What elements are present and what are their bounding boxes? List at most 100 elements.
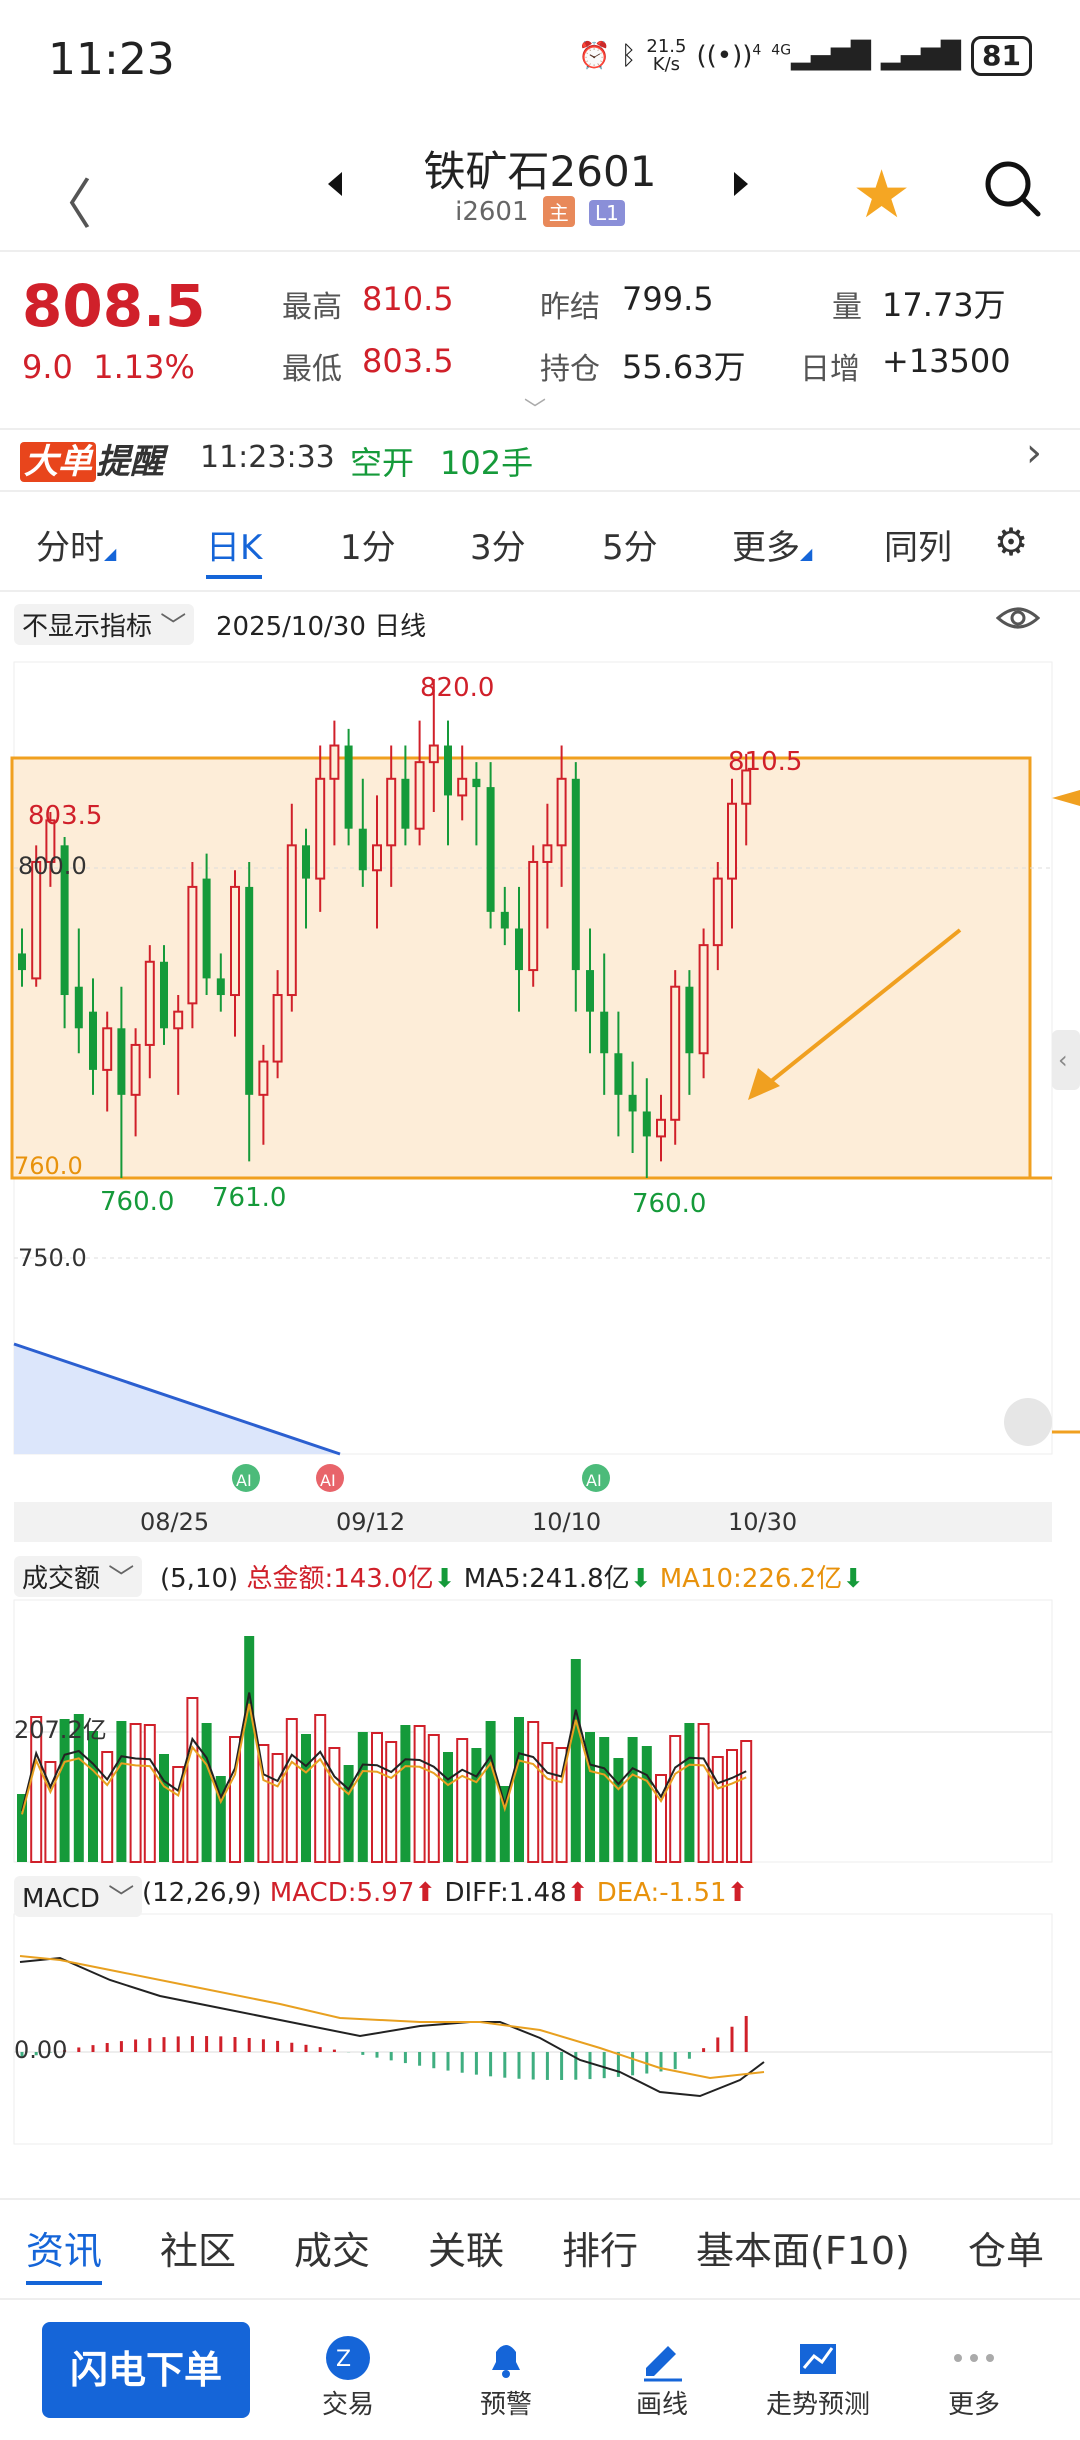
macd-bar [560, 2052, 564, 2080]
volume-bar [357, 1732, 368, 1862]
ai-badge-text: AI [320, 1471, 336, 1490]
candle-body [272, 994, 283, 1063]
tab-minute[interactable]: 分时◢ [36, 520, 116, 569]
low-label: 最低 [282, 352, 342, 387]
candle-body [698, 944, 709, 1055]
tab-compare[interactable]: 同列 [884, 520, 952, 569]
signal-icon: 4G▂▄▆█ [771, 41, 872, 71]
alert-chevron-icon[interactable]: › [1026, 430, 1042, 476]
settings-gear-icon[interactable]: ⚙ [994, 520, 1028, 564]
volume-bar [143, 1724, 156, 1863]
tab-more[interactable]: 更多◢ [732, 520, 812, 569]
volume-bar [613, 1758, 624, 1862]
volume-bar [116, 1721, 127, 1862]
volume-bar [285, 1718, 298, 1863]
tab-3min[interactable]: 3分 [470, 520, 526, 569]
edge-marker [1052, 790, 1080, 806]
tab-news[interactable]: 资讯 [26, 2220, 103, 2285]
info-tabs: 资讯 社区 成交 关联 排行 基本面(F10) 仓单 [0, 2200, 1080, 2300]
alert-logo: 大单 提醒 [20, 434, 164, 483]
candle-body [344, 745, 353, 829]
tab-daily[interactable]: 日K [206, 520, 263, 579]
fullscreen-icon[interactable] [1004, 1398, 1052, 1446]
open-interest-label: 持仓 [540, 352, 600, 387]
volume-bar [570, 1659, 581, 1862]
macd-bar [219, 2036, 223, 2052]
label-803: 803.5 [28, 801, 102, 831]
candle-body [614, 1053, 623, 1095]
tab-ranking[interactable]: 排行 [562, 2220, 638, 2275]
volume-bar [400, 1725, 411, 1862]
flash-order-button[interactable]: 闪电下单 [42, 2322, 250, 2418]
nav-forecast[interactable]: 走势预测 [758, 2332, 878, 2421]
macd-bar [261, 2039, 265, 2052]
candle-body [642, 1111, 651, 1137]
tab-community[interactable]: 社区 [160, 2220, 236, 2275]
volume-select[interactable]: 成交额 ﹀ [14, 1556, 143, 1597]
macd-bar [389, 2052, 393, 2061]
nav-draw[interactable]: 画线 [602, 2332, 722, 2421]
eye-icon[interactable] [995, 600, 1041, 640]
label-800: 800.0 [18, 852, 87, 880]
kline-chart[interactable]: 820.0 803.5 800.0 810.5 760.0 760.0 761.… [0, 660, 1080, 2200]
tab-trades[interactable]: 成交 [294, 2220, 370, 2275]
volume-bar [456, 1738, 469, 1863]
price-change: 9.0 1.13% [22, 348, 195, 386]
date-tick: 10/30 [728, 1508, 797, 1536]
candle-body [386, 777, 397, 847]
macd-bar [460, 2052, 464, 2073]
macd-bar [474, 2052, 478, 2075]
status-icons: ⏰ ᛒ 21.5 K/s ((•))4 4G▂▄▆█ ▂▄▆█ 81 [578, 36, 1032, 76]
macd-bar [105, 2043, 109, 2052]
tab-5min[interactable]: 5分 [602, 520, 658, 569]
macd-bars [20, 2015, 748, 2080]
label-820: 820.0 [420, 673, 494, 703]
candle-body [556, 777, 567, 847]
big-order-alert[interactable]: 大单 提醒 11:23:33 空开 102手 › [0, 430, 1080, 486]
net-speed: 21.5 K/s [646, 36, 687, 75]
tab-1min[interactable]: 1分 [340, 520, 396, 569]
macd-bar [744, 2015, 748, 2052]
macd-select[interactable]: MACD ﹀ [14, 1876, 143, 1917]
favorite-star-icon[interactable]: ★ [852, 156, 911, 233]
candle-body [202, 878, 211, 979]
candle-body [600, 1011, 609, 1054]
volume-bars [17, 1636, 753, 1863]
candle-body [472, 778, 481, 788]
candle-body [712, 877, 723, 947]
date-tick: 10/10 [532, 1508, 601, 1536]
date-tick: 09/12 [336, 1508, 405, 1536]
tab-fundamentals[interactable]: 基本面(F10) [696, 2220, 910, 2275]
main-tag: 主 [542, 196, 575, 227]
candle-body [130, 1043, 141, 1096]
battery-icon: 81 [971, 36, 1032, 76]
ai-badge-text: AI [586, 1471, 602, 1490]
expand-chevron-icon[interactable]: ﹀ [524, 392, 546, 424]
nav-alert[interactable]: 预警 [446, 2332, 566, 2421]
tab-related[interactable]: 关联 [428, 2220, 504, 2275]
nav-trade[interactable]: Z 交易 [288, 2332, 408, 2421]
volume-label: 量 [832, 290, 862, 325]
macd-bar [290, 2042, 294, 2052]
volume-axis-label: 207.2亿 [14, 1716, 107, 1744]
search-icon[interactable] [982, 158, 1042, 222]
volume-bar [641, 1746, 652, 1862]
candle-body [428, 744, 439, 764]
alarm-icon: ⏰ [578, 41, 611, 71]
prev-settle-label: 昨结 [540, 290, 600, 325]
bell-icon [446, 2332, 566, 2384]
indicator-select[interactable]: 不显示指标 ﹀ [14, 604, 195, 645]
candle-body [500, 911, 509, 929]
prev-contract-icon[interactable] [328, 172, 342, 196]
candle-body [74, 986, 83, 1029]
macd-bar [602, 2052, 606, 2079]
next-contract-icon[interactable] [734, 172, 748, 196]
back-icon[interactable]: 〈 [38, 160, 92, 239]
page-title: 铁矿石2601 [423, 147, 657, 196]
volume-bar [343, 1765, 354, 1862]
macd-bar [162, 2037, 166, 2052]
tab-warehouse[interactable]: 仓单 [968, 2220, 1044, 2275]
nav-more[interactable]: 更多 [914, 2332, 1034, 2421]
macd-bar [545, 2052, 549, 2080]
candle-body [144, 960, 155, 1046]
